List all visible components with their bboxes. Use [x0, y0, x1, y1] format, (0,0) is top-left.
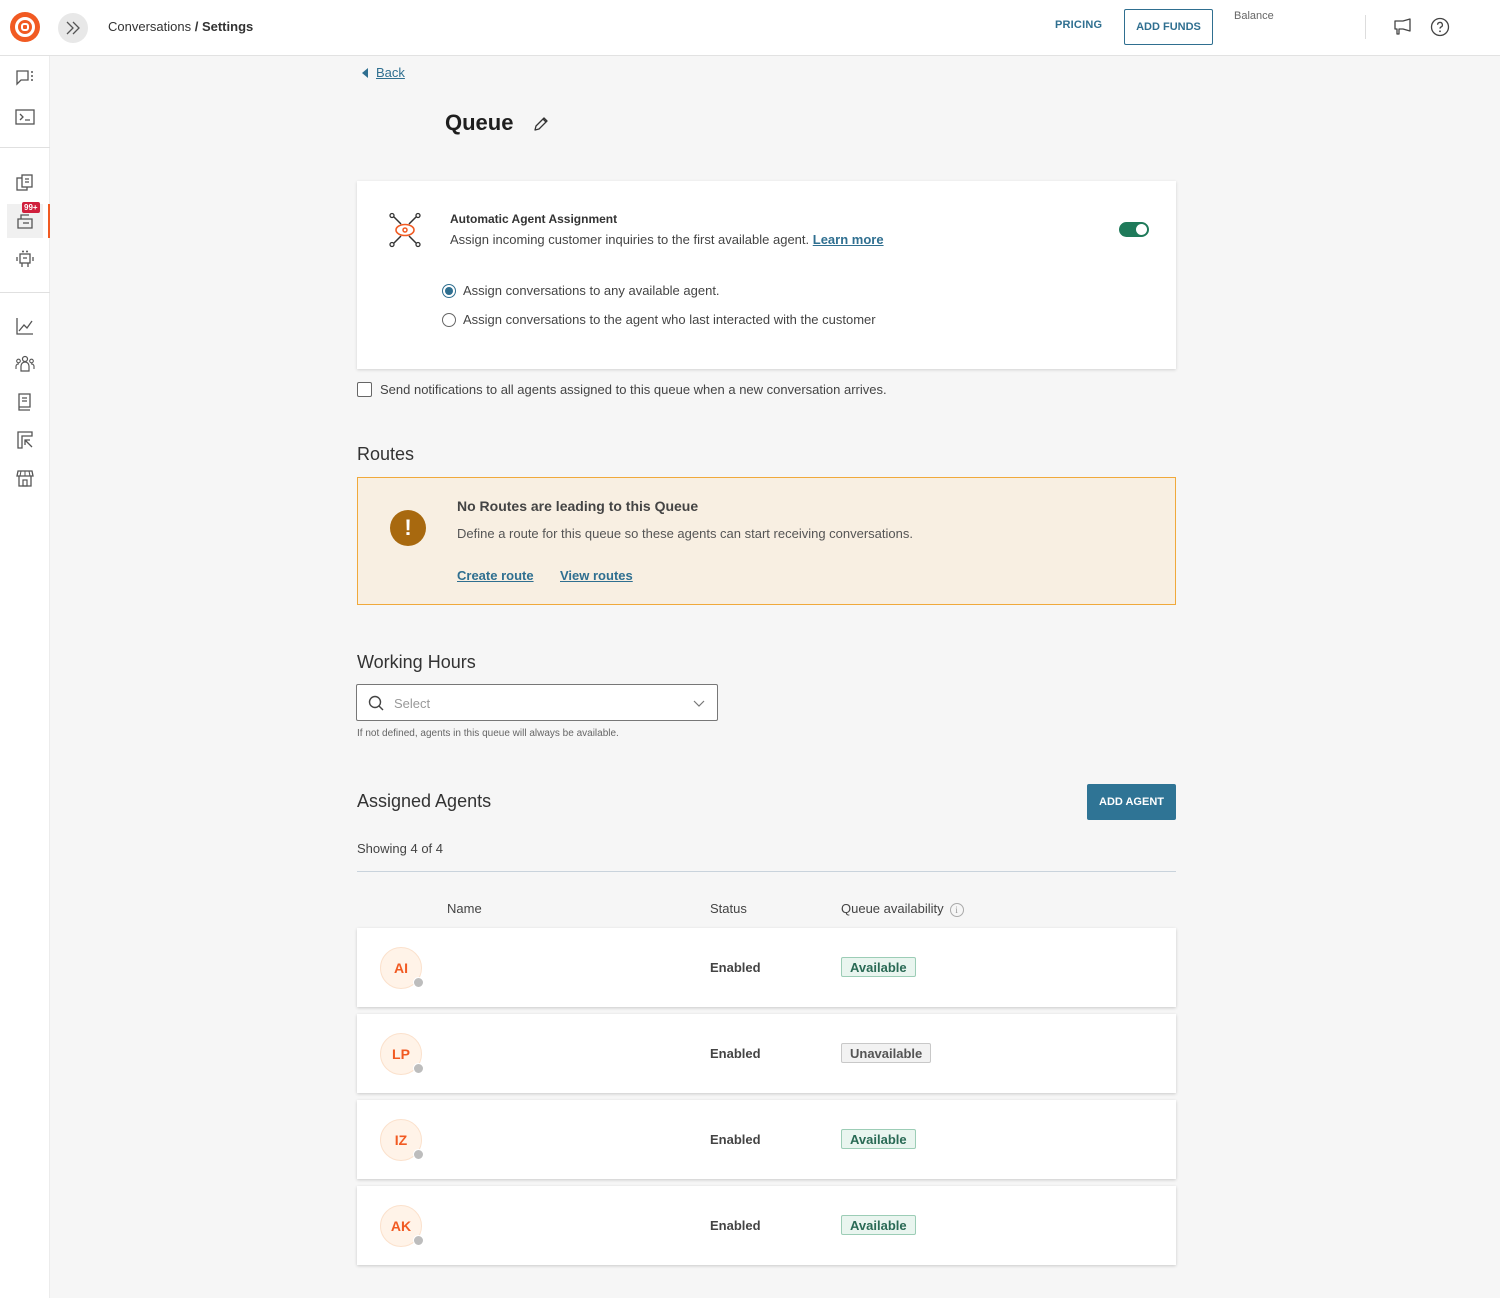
page-title: Queue — [445, 110, 514, 135]
chevron-down-icon — [693, 700, 705, 707]
terminal-icon — [15, 109, 35, 125]
sidebar-item-import[interactable] — [7, 423, 43, 457]
showing-count: Showing 4 of 4 — [357, 841, 444, 856]
working-hours-heading: Working Hours — [357, 652, 476, 672]
back-link[interactable]: Back — [362, 65, 405, 80]
agent-row[interactable]: IZ Enabled Available — [357, 1100, 1176, 1179]
assignment-description-text: Assign incoming customer inquiries to th… — [450, 232, 810, 247]
presence-indicator — [413, 977, 424, 988]
copy-document-icon — [16, 174, 33, 191]
logo-icon[interactable] — [10, 12, 40, 42]
help-icon[interactable] — [1430, 17, 1450, 37]
create-route-link[interactable]: Create route — [457, 568, 534, 583]
chevrons-right-icon — [66, 21, 80, 35]
sidebar-item-terminal[interactable] — [7, 100, 43, 134]
team-icon — [15, 355, 35, 372]
sidebar: 99+ — [0, 56, 50, 1298]
presence-indicator — [413, 1235, 424, 1246]
info-icon[interactable]: i — [949, 902, 964, 917]
inbox-queue-icon — [17, 214, 33, 229]
agent-row[interactable]: AK Enabled Available — [357, 1186, 1176, 1265]
no-routes-alert: ! No Routes are leading to this Queue De… — [357, 477, 1176, 605]
sidebar-item-store[interactable] — [7, 461, 43, 495]
sidebar-item-copy[interactable] — [7, 166, 43, 200]
view-routes-link[interactable]: View routes — [560, 568, 633, 583]
agent-row[interactable]: AI Enabled Available — [357, 928, 1176, 1007]
notify-checkbox[interactable] — [357, 382, 372, 397]
availability-header-label: Queue availability — [841, 901, 944, 916]
sidebar-divider — [0, 147, 50, 148]
search-icon — [368, 695, 384, 711]
bot-icon — [16, 250, 34, 267]
learn-more-link[interactable]: Learn more — [813, 232, 884, 247]
divider — [357, 871, 1176, 872]
column-header-availability: Queue availability i — [841, 901, 964, 917]
add-agent-button[interactable]: ADD AGENT — [1087, 784, 1176, 820]
notify-agents-option[interactable]: Send notifications to all agents assigne… — [357, 382, 887, 397]
agent-assignment-icon — [389, 212, 421, 248]
alert-title: No Routes are leading to this Queue — [457, 498, 699, 514]
back-label[interactable]: Back — [376, 65, 405, 80]
assignment-description: Assign incoming customer inquiries to th… — [450, 232, 884, 247]
notebook-icon — [18, 393, 31, 411]
divider — [1365, 15, 1366, 39]
agent-status: Enabled — [710, 1218, 761, 1233]
sidebar-item-chat[interactable] — [7, 61, 43, 95]
presence-indicator — [413, 1149, 424, 1160]
agent-status: Enabled — [710, 960, 761, 975]
breadcrumb: Conversations / Settings — [108, 19, 253, 34]
assigned-agents-heading: Assigned Agents — [357, 791, 492, 811]
auto-assignment-card: Automatic Agent Assignment Assign incomi… — [357, 181, 1176, 369]
sidebar-item-analytics[interactable] — [7, 309, 43, 343]
sidebar-divider — [0, 292, 50, 293]
breadcrumb-separator: / — [191, 19, 202, 34]
sidebar-item-queues[interactable]: 99+ — [7, 202, 50, 238]
import-icon — [17, 431, 33, 449]
select-placeholder: Select — [394, 696, 431, 711]
agent-status: Enabled — [710, 1132, 761, 1147]
assign-last-agent-option[interactable]: Assign conversations to the agent who la… — [442, 312, 876, 327]
radio-button[interactable] — [442, 312, 456, 327]
warning-icon: ! — [390, 510, 426, 546]
radio-button[interactable] — [442, 283, 456, 298]
auto-assignment-toggle[interactable] — [1119, 222, 1149, 237]
availability-badge: Available — [841, 1215, 916, 1235]
alert-description: Define a route for this queue so these a… — [457, 526, 913, 541]
sidebar-item-bots[interactable] — [7, 242, 43, 276]
caret-left-icon — [362, 67, 368, 78]
availability-badge: Available — [841, 957, 916, 977]
radio-label: Assign conversations to the agent who la… — [463, 312, 876, 327]
presence-indicator — [413, 1063, 424, 1074]
breadcrumb-parent[interactable]: Conversations — [108, 19, 191, 34]
working-hours-select[interactable]: Select — [356, 684, 718, 721]
sidebar-item-team[interactable] — [7, 347, 43, 381]
availability-badge: Available — [841, 1129, 916, 1149]
assign-any-agent-option[interactable]: Assign conversations to any available ag… — [442, 283, 720, 298]
pencil-edit-icon[interactable] — [532, 115, 550, 133]
add-funds-button[interactable]: ADD FUNDS — [1124, 9, 1213, 45]
column-header-name: Name — [447, 901, 482, 916]
radio-label: Assign conversations to any available ag… — [463, 283, 720, 298]
megaphone-icon[interactable] — [1393, 17, 1413, 37]
balance-label: Balance — [1234, 10, 1274, 22]
working-hours-helper: If not defined, agents in this queue wil… — [357, 728, 619, 739]
column-header-status: Status — [710, 901, 747, 916]
notification-badge: 99+ — [22, 202, 40, 213]
store-icon — [16, 470, 34, 487]
notify-label: Send notifications to all agents assigne… — [380, 382, 887, 397]
analytics-chart-icon — [16, 318, 33, 335]
availability-badge: Unavailable — [841, 1043, 932, 1063]
agent-status: Enabled — [710, 1046, 761, 1061]
routes-heading: Routes — [357, 444, 415, 464]
pricing-link[interactable]: PRICING — [1055, 19, 1102, 31]
toggle-knob — [1136, 224, 1147, 235]
breadcrumb-current: Settings — [201, 19, 254, 34]
assignment-title: Automatic Agent Assignment — [450, 212, 618, 226]
chat-icon — [16, 70, 33, 86]
agent-row[interactable]: LP Enabled Unavailable — [357, 1014, 1176, 1093]
expand-sidebar-button[interactable] — [58, 13, 88, 43]
top-bar: Conversations / Settings PRICING ADD FUN… — [0, 0, 1500, 56]
sidebar-item-notebook[interactable] — [7, 385, 43, 419]
